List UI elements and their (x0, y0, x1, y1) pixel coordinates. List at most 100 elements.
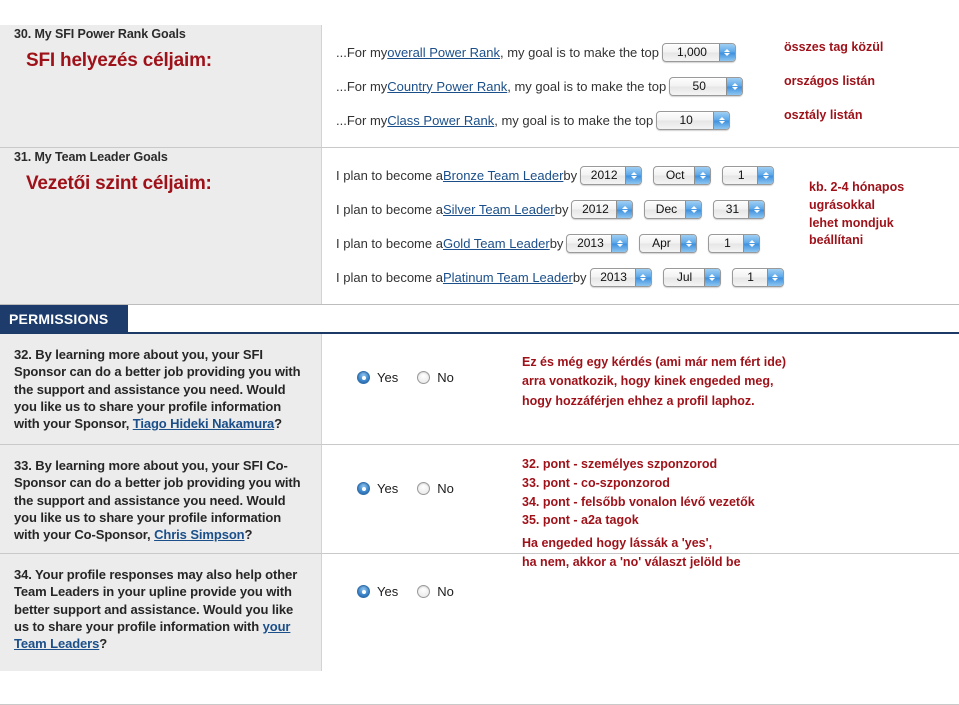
silver-year-value: 2012 (582, 201, 609, 216)
platinum-prefix: I plan to become a (336, 269, 443, 285)
platinum-day-value: 1 (747, 269, 754, 284)
team-leader-left-column: 31. My Team Leader Goals Vezetői szint c… (0, 148, 322, 304)
platinum-year-select[interactable]: 2013 (589, 267, 652, 287)
annotation-team-leader-spacing: kb. 2-4 hónapos ugrásokkal lehet mondjuk… (809, 180, 905, 248)
class-rank-prefix: ...For my (336, 112, 388, 128)
bronze-day-select[interactable]: 1 (722, 165, 775, 185)
gold-prefix: I plan to become a (336, 235, 443, 251)
bronze-year-value: 2012 (590, 167, 618, 182)
gold-suffix: by (549, 235, 564, 251)
q33-text-after: ? (244, 527, 253, 543)
country-power-rank-link[interactable]: Country Power Rank (387, 79, 507, 94)
stepper-arrows-icon[interactable] (694, 166, 711, 184)
q33-no-radio[interactable] (417, 482, 431, 495)
power-rank-left-column: 30. My SFI Power Rank Goals SFI helyezés… (0, 25, 322, 147)
team-leader-right-column: I plan to become a Bronze Team Leader by… (322, 148, 959, 304)
stepper-arrows-icon[interactable] (680, 234, 697, 252)
power-rank-goal-row-class: ...For my Class Power Rank, my goal is t… (322, 103, 959, 137)
annotation-permissions-intro: Ez és még egy kérdés (ami már nem fért i… (522, 355, 786, 408)
stepper-arrows-icon[interactable] (685, 200, 702, 218)
stepper-arrows-icon[interactable] (611, 234, 628, 252)
section-power-rank-goals: 30. My SFI Power Rank Goals SFI helyezés… (0, 25, 959, 147)
stepper-arrows-icon[interactable] (625, 166, 642, 184)
stepper-arrows-icon[interactable] (634, 268, 651, 286)
gold-month-value: Apr (652, 235, 671, 250)
platinum-day-select[interactable]: 1 (731, 267, 784, 287)
country-rank-top-select[interactable]: 50 (669, 76, 744, 96)
q33-no-label: No (437, 481, 454, 496)
power-rank-hungarian-heading: SFI helyezés céljaim: (26, 50, 212, 71)
silver-year-select[interactable]: 2012 (571, 199, 634, 219)
platinum-suffix: by (572, 269, 587, 285)
q32-radio-group[interactable]: Yes No (357, 370, 466, 385)
q34-answer-column: Yes No Ha engeded hogy lássák a 'yes', h… (322, 536, 959, 671)
stepper-arrows-icon[interactable] (703, 268, 720, 286)
q32-answer-column: Yes No Ez és még egy kérdés (ami már nem… (322, 334, 959, 444)
stepper-arrows-icon[interactable] (726, 77, 743, 95)
overall-rank-top-value: 1,000 (676, 44, 707, 59)
stepper-arrows-icon[interactable] (713, 111, 730, 129)
annotation-overall-rank: összes tag közül (784, 40, 884, 54)
annotation-yes-no-instruction: Ha engeded hogy lássák a 'yes', ha nem, … (522, 536, 741, 569)
silver-team-leader-link[interactable]: Silver Team Leader (443, 202, 555, 217)
stepper-arrows-icon[interactable] (616, 200, 633, 218)
silver-day-select[interactable]: 31 (713, 199, 766, 219)
gold-year-select[interactable]: 2013 (566, 233, 629, 253)
country-rank-prefix: ...For my (336, 78, 388, 94)
country-rank-top-value: 50 (692, 78, 706, 93)
overall-rank-top-select[interactable]: 1,000 (661, 42, 736, 62)
q34-radio-group[interactable]: Yes No (357, 584, 466, 599)
stepper-arrows-icon[interactable] (766, 268, 783, 286)
permission-question-32: 32. By learning more about you, your SFI… (0, 334, 959, 444)
class-power-rank-link[interactable]: Class Power Rank (387, 113, 494, 128)
platinum-month-select[interactable]: Jul (662, 267, 721, 287)
power-rank-section-number: 30. My SFI Power Rank Goals (14, 27, 186, 41)
gold-month-select[interactable]: Apr (639, 233, 698, 253)
q32-sponsor-link[interactable]: Tiago Hideki Nakamura (133, 416, 275, 431)
q32-no-label: No (437, 370, 454, 385)
q32-no-radio[interactable] (417, 371, 431, 384)
stepper-arrows-icon[interactable] (718, 43, 735, 61)
permission-question-33: 33. By learning more about you, your SFI… (0, 444, 959, 553)
stepper-arrows-icon[interactable] (743, 234, 760, 252)
q34-no-radio[interactable] (417, 585, 431, 598)
q34-yes-radio[interactable] (357, 585, 370, 598)
bronze-year-select[interactable]: 2012 (580, 165, 643, 185)
stepper-arrows-icon[interactable] (748, 200, 765, 218)
q33-cosponsor-link[interactable]: Chris Simpson (154, 527, 245, 542)
q33-yes-radio[interactable] (357, 482, 370, 495)
bronze-team-leader-link[interactable]: Bronze Team Leader (443, 168, 563, 183)
gold-year-value: 2013 (577, 235, 604, 250)
q32-yes-radio[interactable] (357, 371, 370, 384)
team-leader-row-platinum: I plan to become a Platinum Team Leader … (322, 260, 959, 294)
q34-no-label: No (437, 584, 454, 599)
silver-day-value: 31 (725, 201, 740, 216)
q33-radio-group[interactable]: Yes No (357, 481, 466, 496)
annotation-class-rank: osztály listán (784, 108, 863, 122)
bronze-day-value: 1 (737, 167, 745, 182)
gold-day-select[interactable]: 1 (708, 233, 761, 253)
class-rank-top-value: 10 (679, 112, 693, 127)
q34-text-before: 34. Your profile responses may also help… (14, 567, 298, 634)
overall-power-rank-link[interactable]: overall Power Rank (387, 45, 500, 60)
platinum-month-value: Jul (676, 269, 693, 284)
platinum-team-leader-link[interactable]: Platinum Team Leader (443, 270, 573, 285)
class-rank-top-select[interactable]: 10 (656, 110, 731, 130)
silver-prefix: I plan to become a (336, 201, 443, 217)
gold-team-leader-link[interactable]: Gold Team Leader (443, 236, 550, 251)
bronze-month-select[interactable]: Oct (653, 165, 712, 185)
tab-permissions[interactable]: PERMISSIONS (0, 305, 128, 333)
permissions-tab-bar: PERMISSIONS (0, 304, 959, 334)
overall-rank-suffix: , my goal is to make the top (500, 44, 659, 60)
annotation-permission-point-list: 32. pont - személyes szponzorod 33. pont… (522, 457, 755, 528)
section-team-leader-goals: 31. My Team Leader Goals Vezetői szint c… (0, 147, 959, 304)
platinum-year-value: 2013 (600, 269, 627, 284)
gold-day-value: 1 (724, 235, 731, 250)
annotation-country-rank: országos listán (784, 74, 875, 88)
team-leader-section-number: 31. My Team Leader Goals (14, 150, 168, 164)
bronze-prefix: I plan to become a (336, 167, 443, 183)
permission-question-34: 34. Your profile responses may also help… (0, 536, 959, 671)
stepper-arrows-icon[interactable] (757, 166, 774, 184)
country-rank-suffix: , my goal is to make the top (507, 78, 667, 94)
silver-month-select[interactable]: Dec (644, 199, 703, 219)
